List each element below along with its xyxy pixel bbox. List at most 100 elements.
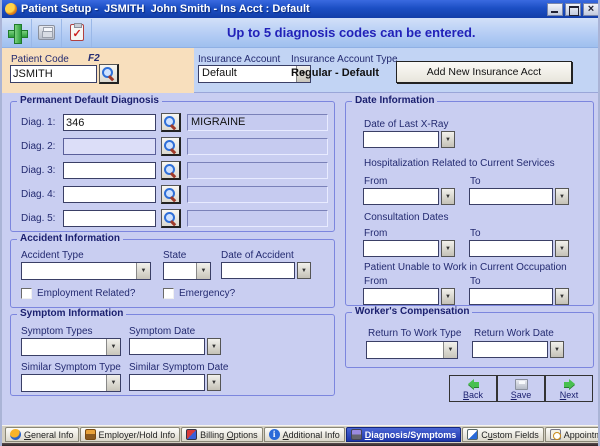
consult-from-field[interactable] [363, 240, 455, 257]
checkbox-icon[interactable] [163, 288, 174, 299]
chevron-down-icon[interactable] [443, 342, 457, 358]
unable-from-field[interactable] [363, 288, 455, 305]
date-of-accident-input[interactable] [221, 262, 295, 279]
emergency-checkbox[interactable]: Emergency? [163, 288, 235, 299]
date-of-last-xray-input[interactable] [363, 131, 439, 148]
tab-additional-info[interactable]: Additional Info [264, 427, 345, 442]
tab-employer-hold-info[interactable]: Employer/Hold Info [80, 427, 181, 442]
add-new-insurance-button[interactable]: Add New Insurance Acct [396, 61, 572, 83]
calendar-dropdown-icon[interactable] [555, 240, 569, 257]
patient-code-input[interactable] [10, 65, 97, 83]
diag-row-2: Diag. 2: [11, 138, 334, 156]
diag5-lookup-button[interactable] [161, 209, 181, 228]
similar-symptom-date-input[interactable] [129, 374, 205, 391]
state-value [164, 263, 196, 279]
state-select[interactable] [163, 262, 211, 280]
chevron-down-icon[interactable] [106, 339, 120, 355]
patient-code-panel: Patient Code F2 ◀ ◀◀ ▶▶ ▶ [2, 48, 194, 93]
permanent-default-diagnosis-group: Permanent Default Diagnosis Diag. 1: MIG… [10, 101, 335, 232]
hosp-from-field[interactable] [363, 188, 455, 205]
symptom-date-label: Symptom Date [129, 326, 195, 337]
symptom-date-input[interactable] [129, 338, 205, 355]
clipboard-check-icon [70, 24, 84, 41]
unable-to-field[interactable] [469, 288, 569, 305]
back-label: Back [463, 390, 483, 400]
maximize-button[interactable] [565, 3, 581, 16]
similar-symptom-type-label: Similar Symptom Type [21, 362, 121, 373]
tab-diagnosis-symptoms[interactable]: Diagnosis/Symptoms [346, 427, 462, 442]
hosp-to-field[interactable] [469, 188, 569, 205]
accident-type-select[interactable] [21, 262, 151, 280]
consult-from-input[interactable] [363, 240, 439, 257]
return-work-date-field[interactable] [472, 341, 564, 358]
date-of-accident-field[interactable] [221, 262, 311, 279]
date-of-last-xray-field[interactable] [363, 131, 455, 148]
similar-symptom-type-value [22, 375, 106, 391]
calendar-dropdown-icon[interactable] [555, 188, 569, 205]
symptom-date-field[interactable] [129, 338, 221, 355]
similar-symptom-date-field[interactable] [129, 374, 221, 391]
similar-symptom-date-label: Similar Symptom Date [129, 362, 228, 373]
diag4-lookup-button[interactable] [161, 185, 181, 204]
tab-custom-fields[interactable]: Custom Fields [462, 427, 544, 442]
diag2-description [187, 138, 328, 155]
diag3-code-input[interactable] [63, 162, 156, 179]
diag2-code-input[interactable] [63, 138, 156, 155]
back-button[interactable]: Back [450, 376, 498, 401]
calendar-dropdown-icon[interactable] [207, 338, 221, 355]
hosp-to-input[interactable] [469, 188, 553, 205]
accident-information-group: Accident Information Accident Type State… [10, 239, 335, 308]
minimize-button[interactable] [547, 3, 563, 16]
new-record-button[interactable] [2, 19, 32, 47]
person-icon [10, 429, 21, 440]
green-left-arrow-icon [468, 379, 479, 390]
tab-appointments[interactable]: Appointments [545, 427, 600, 442]
tab-label: Employer/Hold Info [99, 430, 176, 440]
consult-to-field[interactable] [469, 240, 569, 257]
return-to-work-type-label: Return To Work Type [368, 328, 461, 339]
employment-related-checkbox[interactable]: Employment Related? [21, 288, 135, 299]
chevron-down-icon[interactable] [196, 263, 210, 279]
patient-setup-window: Patient Setup - JSMITH John Smith - Ins … [0, 0, 600, 446]
consult-to-input[interactable] [469, 240, 553, 257]
calendar-dropdown-icon[interactable] [555, 288, 569, 305]
save-button[interactable]: Save [498, 376, 546, 401]
hosp-from-input[interactable] [363, 188, 439, 205]
return-work-date-label: Return Work Date [474, 328, 554, 339]
symptom-types-select[interactable] [21, 338, 121, 356]
close-button[interactable] [583, 3, 599, 16]
return-work-date-input[interactable] [472, 341, 548, 358]
tab-billing-options[interactable]: Billing Options [181, 427, 263, 442]
unable-to-input[interactable] [469, 288, 553, 305]
diag3-lookup-button[interactable] [161, 161, 181, 180]
diag5-code-input[interactable] [63, 210, 156, 227]
calendar-dropdown-icon[interactable] [441, 188, 455, 205]
checkbox-icon[interactable] [21, 288, 32, 299]
date-group-legend: Date Information [352, 95, 437, 106]
diag4-code-input[interactable] [63, 186, 156, 203]
diag1-code-input[interactable] [63, 114, 156, 131]
diag2-lookup-button[interactable] [161, 137, 181, 156]
chevron-down-icon[interactable] [136, 263, 150, 279]
diag3-label: Diag. 3: [21, 165, 55, 176]
titlebar: Patient Setup - JSMITH John Smith - Ins … [2, 0, 600, 18]
calendar-dropdown-icon[interactable] [297, 262, 311, 279]
save-record-button[interactable] [32, 19, 62, 47]
return-to-work-type-select[interactable] [366, 341, 458, 359]
next-button[interactable]: Next [546, 376, 592, 401]
similar-symptom-type-select[interactable] [21, 374, 121, 392]
calendar-dropdown-icon[interactable] [441, 240, 455, 257]
diag1-lookup-button[interactable] [161, 113, 181, 132]
patient-lookup-button[interactable] [99, 64, 119, 84]
calendar-dropdown-icon[interactable] [550, 341, 564, 358]
unable-from-input[interactable] [363, 288, 439, 305]
diag5-label: Diag. 5: [21, 213, 55, 224]
tab-general-info[interactable]: General Info [5, 427, 79, 442]
chevron-down-icon[interactable] [106, 375, 120, 391]
verify-button[interactable] [62, 19, 92, 47]
consult-to-label: To [470, 228, 481, 239]
calendar-dropdown-icon[interactable] [441, 131, 455, 148]
calendar-dropdown-icon[interactable] [207, 374, 221, 391]
calendar-dropdown-icon[interactable] [441, 288, 455, 305]
consultation-dates-label: Consultation Dates [364, 212, 449, 223]
